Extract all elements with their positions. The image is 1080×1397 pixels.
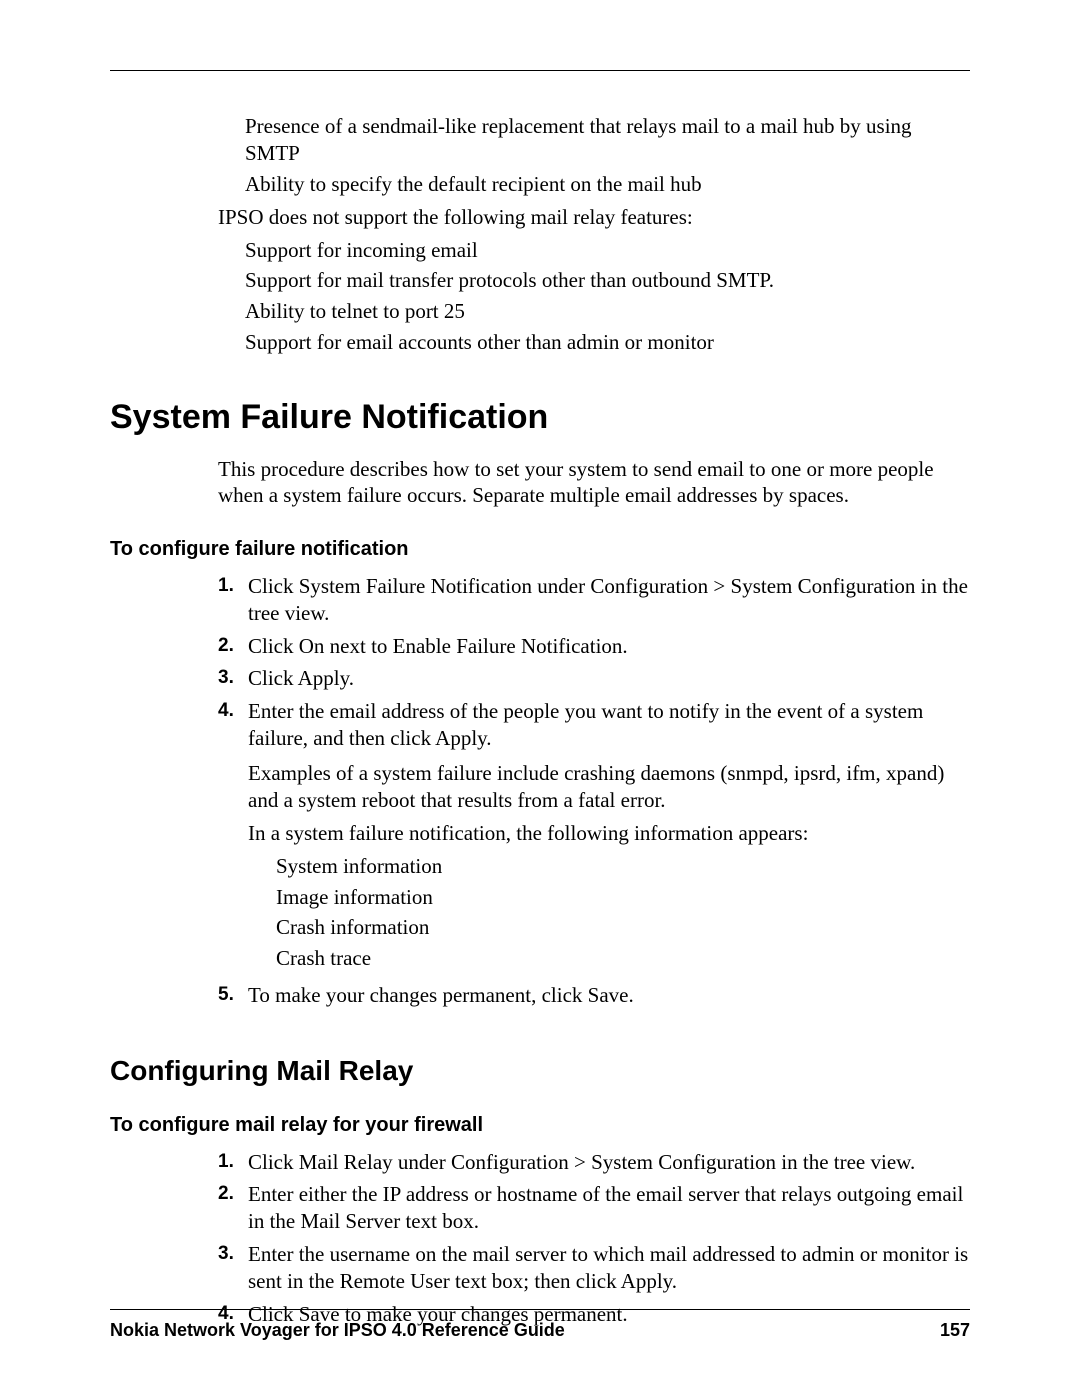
list-item: Presence of a sendmail-like replacement …: [245, 113, 970, 167]
subheading-configure-failure-notification: To configure failure notification: [110, 537, 970, 563]
step-extra-paragraph: Examples of a system failure include cra…: [248, 760, 970, 814]
step-number: 3.: [218, 665, 248, 690]
step-number: 1.: [218, 573, 248, 598]
failure-notification-steps: 1. Click System Failure Notification und…: [218, 573, 970, 1009]
step-item: 4. Enter the email address of the people…: [218, 698, 970, 976]
step-item: 1. Click Mail Relay under Configuration …: [218, 1149, 970, 1176]
step-text: To make your changes permanent, click Sa…: [248, 982, 970, 1009]
step-item: 3. Enter the username on the mail server…: [218, 1241, 970, 1295]
list-item: System information: [276, 853, 970, 880]
list-item: Image information: [276, 884, 970, 911]
step-body: Enter the email address of the people yo…: [248, 698, 970, 976]
step-number: 5.: [218, 982, 248, 1007]
footer-title: Nokia Network Voyager for IPSO 4.0 Refer…: [110, 1320, 565, 1341]
step-item: 1. Click System Failure Notification und…: [218, 573, 970, 627]
footer-row: Nokia Network Voyager for IPSO 4.0 Refer…: [110, 1320, 970, 1341]
step-text: Enter the email address of the people yo…: [248, 699, 923, 750]
step-item: 2. Enter either the IP address or hostna…: [218, 1181, 970, 1235]
page-content: Presence of a sendmail-like replacement …: [110, 113, 970, 1328]
step-text: Click Apply.: [248, 665, 970, 692]
list-item: Crash information: [276, 914, 970, 941]
step-text: Click System Failure Notification under …: [248, 573, 970, 627]
step-item: 2. Click On next to Enable Failure Notif…: [218, 633, 970, 660]
step-number: 3.: [218, 1241, 248, 1266]
step-text: Click Mail Relay under Configuration > S…: [248, 1149, 970, 1176]
list-item: Ability to telnet to port 25: [245, 298, 970, 325]
step-number: 2.: [218, 1181, 248, 1206]
subheading-configure-mail-relay: To configure mail relay for your firewal…: [110, 1113, 970, 1139]
step-number: 2.: [218, 633, 248, 658]
top-rule: [110, 70, 970, 71]
mail-relay-steps: 1. Click Mail Relay under Configuration …: [218, 1149, 970, 1328]
page-container: Presence of a sendmail-like replacement …: [0, 0, 1080, 1397]
footer-rule: [110, 1309, 970, 1310]
unsupported-features-list: Support for incoming email Support for m…: [245, 237, 970, 357]
page-footer: Nokia Network Voyager for IPSO 4.0 Refer…: [110, 1309, 970, 1341]
list-item: Ability to specify the default recipient…: [245, 171, 970, 198]
step-number: 4.: [218, 698, 248, 723]
step-text: Enter the username on the mail server to…: [248, 1241, 970, 1295]
heading-configuring-mail-relay: Configuring Mail Relay: [110, 1053, 970, 1089]
list-item: Support for email accounts other than ad…: [245, 329, 970, 356]
list-item: Support for incoming email: [245, 237, 970, 264]
step-item: 3. Click Apply.: [218, 665, 970, 692]
list-item: Crash trace: [276, 945, 970, 972]
unsupported-lead: IPSO does not support the following mail…: [218, 204, 970, 231]
section1-description: This procedure describes how to set your…: [218, 456, 970, 510]
step-extra-paragraph: In a system failure notification, the fo…: [248, 820, 970, 847]
footer-page-number: 157: [940, 1320, 970, 1341]
step4-info-list: System information Image information Cra…: [276, 853, 970, 973]
step-item: 5. To make your changes permanent, click…: [218, 982, 970, 1009]
heading-system-failure-notification: System Failure Notification: [110, 396, 970, 440]
supported-features-list: Presence of a sendmail-like replacement …: [245, 113, 970, 198]
step-text: Enter either the IP address or hostname …: [248, 1181, 970, 1235]
list-item: Support for mail transfer protocols othe…: [245, 267, 970, 294]
step-number: 1.: [218, 1149, 248, 1174]
step-text: Click On next to Enable Failure Notifica…: [248, 633, 970, 660]
